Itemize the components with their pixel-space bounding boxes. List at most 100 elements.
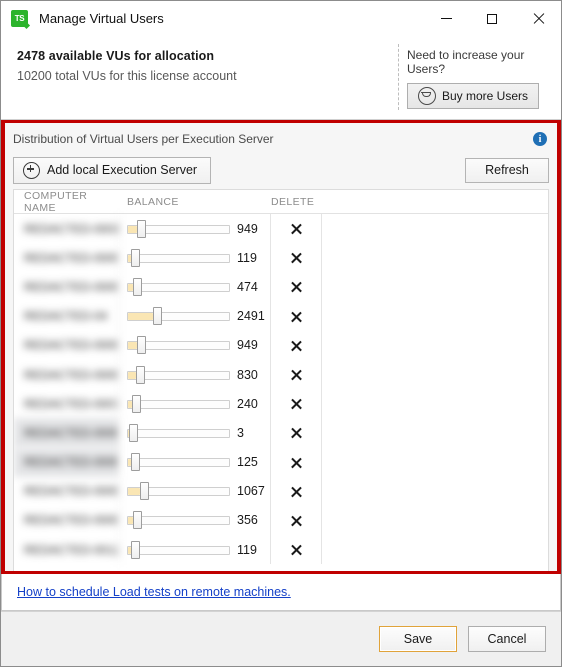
close-x-icon bbox=[291, 398, 302, 409]
delete-row-button[interactable] bbox=[271, 301, 322, 331]
title-bar: TS Manage Virtual Users bbox=[1, 1, 561, 36]
close-x-icon bbox=[291, 544, 302, 555]
balance-slider[interactable] bbox=[127, 336, 230, 355]
column-header-balance: BALANCE bbox=[127, 195, 179, 208]
cell-computer-name[interactable]: REDACTED-000010 bbox=[14, 476, 119, 506]
cell-computer-name[interactable]: REDACTED-000009 bbox=[14, 447, 119, 477]
table-row[interactable]: REDACTED-000005 949 bbox=[14, 330, 548, 360]
slider-thumb[interactable] bbox=[137, 219, 147, 238]
balance-slider[interactable] bbox=[127, 277, 230, 296]
add-local-execution-server-button[interactable]: Add local Execution Server bbox=[13, 156, 212, 184]
table-row[interactable]: REDACTED-000009 125 bbox=[14, 447, 548, 477]
buy-more-users-label: Buy more Users bbox=[442, 89, 529, 103]
cell-computer-name[interactable]: REDACTED-000005 bbox=[14, 330, 119, 360]
slider-thumb[interactable] bbox=[130, 540, 140, 559]
minimize-button[interactable] bbox=[423, 1, 469, 36]
table-row[interactable]: REDACTED-000002 119 bbox=[14, 243, 548, 273]
slider-thumb[interactable] bbox=[132, 277, 142, 296]
cell-computer-name[interactable]: REDACTED-0007 bbox=[14, 389, 119, 419]
cell-computer-name[interactable]: REDACTED-000003 bbox=[14, 272, 119, 302]
cell-spacer bbox=[322, 448, 548, 477]
delete-row-button[interactable] bbox=[271, 272, 322, 302]
slider-thumb[interactable] bbox=[130, 248, 140, 267]
balance-slider[interactable] bbox=[127, 365, 230, 384]
schedule-load-tests-link[interactable]: How to schedule Load tests on remote mac… bbox=[17, 585, 291, 599]
slider-fill bbox=[128, 488, 141, 496]
refresh-button[interactable]: Refresh bbox=[465, 157, 549, 183]
cell-computer-name[interactable]: REDACTED-0012 bbox=[14, 535, 119, 565]
slider-thumb[interactable] bbox=[140, 482, 150, 501]
slider-track bbox=[127, 253, 230, 263]
delete-row-button[interactable] bbox=[271, 330, 322, 360]
balance-value: 1067 bbox=[237, 484, 265, 499]
cell-balance: 1067 bbox=[119, 476, 271, 506]
slider-fill bbox=[128, 313, 154, 321]
execution-server-grid: COMPUTER NAME BALANCE DELETE REDACTED-00… bbox=[13, 189, 549, 571]
slider-fill bbox=[128, 342, 138, 350]
delete-row-button[interactable] bbox=[271, 243, 322, 273]
cell-computer-name[interactable]: REDACTED-00006 bbox=[14, 359, 119, 390]
slider-track bbox=[127, 516, 230, 526]
save-button[interactable]: Save bbox=[379, 626, 457, 652]
distribution-panel-header: Distribution of Virtual Users per Execut… bbox=[13, 132, 549, 152]
minimize-icon bbox=[440, 18, 452, 19]
help-link-bar: How to schedule Load tests on remote mac… bbox=[1, 574, 561, 611]
table-row[interactable]: REDACTED-0007 240 bbox=[14, 389, 548, 419]
balance-value: 949 bbox=[237, 221, 258, 236]
close-x-icon bbox=[291, 340, 302, 351]
cancel-button[interactable]: Cancel bbox=[468, 626, 546, 652]
table-row[interactable]: REDACTED-0012 119 bbox=[14, 535, 548, 565]
dialog-button-bar: Save Cancel bbox=[1, 611, 561, 666]
balance-slider[interactable] bbox=[127, 423, 230, 442]
balance-slider[interactable] bbox=[127, 540, 230, 559]
cell-computer-name[interactable]: REDACTED-04 bbox=[14, 301, 119, 331]
table-row[interactable]: REDACTED-04 2491 bbox=[14, 301, 548, 331]
delete-row-button[interactable] bbox=[271, 418, 322, 448]
slider-thumb[interactable] bbox=[131, 394, 141, 413]
delete-row-button[interactable] bbox=[271, 447, 322, 477]
table-row[interactable]: REDACTED-000003 474 bbox=[14, 272, 548, 302]
balance-value: 830 bbox=[237, 367, 258, 382]
slider-thumb[interactable] bbox=[153, 307, 163, 326]
cell-balance: 949 bbox=[119, 214, 271, 244]
balance-slider[interactable] bbox=[127, 482, 230, 501]
cell-computer-name[interactable]: REDACTED-0001 bbox=[14, 214, 119, 244]
cell-computer-name[interactable]: REDACTED-000008 bbox=[14, 418, 119, 448]
delete-row-button[interactable] bbox=[271, 476, 322, 506]
delete-row-button[interactable] bbox=[271, 359, 322, 390]
maximize-button[interactable] bbox=[469, 1, 515, 36]
table-row[interactable]: REDACTED-00006 830 bbox=[14, 359, 548, 390]
table-row[interactable]: REDACTED-000008 3 bbox=[14, 418, 548, 448]
buy-more-users-button[interactable]: Buy more Users bbox=[407, 83, 540, 109]
table-row[interactable]: REDACTED-000011 356 bbox=[14, 505, 548, 536]
delete-row-button[interactable] bbox=[271, 389, 322, 419]
balance-slider[interactable] bbox=[127, 453, 230, 472]
close-x-icon bbox=[291, 223, 302, 234]
slider-thumb[interactable] bbox=[136, 365, 146, 384]
info-icon[interactable]: i bbox=[533, 132, 547, 146]
table-row[interactable]: REDACTED-000010 1067 bbox=[14, 476, 548, 506]
balance-value: 3 bbox=[237, 425, 244, 440]
cell-computer-name[interactable]: REDACTED-000011 bbox=[14, 505, 119, 536]
cell-spacer bbox=[322, 331, 548, 360]
balance-slider[interactable] bbox=[127, 248, 230, 267]
close-button[interactable] bbox=[515, 1, 561, 36]
delete-row-button[interactable] bbox=[271, 214, 322, 244]
cell-computer-name[interactable]: REDACTED-000002 bbox=[14, 243, 119, 273]
slider-thumb[interactable] bbox=[128, 423, 138, 442]
license-summary-text: 2478 available VUs for allocation 10200 … bbox=[17, 49, 237, 83]
cell-balance: 949 bbox=[119, 330, 271, 360]
grid-body: REDACTED-0001949REDACTED-000002119REDACT… bbox=[14, 214, 548, 565]
cell-balance: 356 bbox=[119, 505, 271, 536]
balance-slider[interactable] bbox=[127, 394, 230, 413]
table-row[interactable]: REDACTED-0001 949 bbox=[14, 214, 548, 244]
slider-thumb[interactable] bbox=[137, 336, 147, 355]
balance-slider[interactable] bbox=[127, 219, 230, 238]
balance-slider[interactable] bbox=[127, 307, 230, 326]
slider-thumb[interactable] bbox=[132, 511, 142, 530]
delete-row-button[interactable] bbox=[271, 535, 322, 565]
slider-thumb[interactable] bbox=[130, 453, 140, 472]
balance-slider[interactable] bbox=[127, 511, 230, 530]
cell-balance: 474 bbox=[119, 272, 271, 302]
delete-row-button[interactable] bbox=[271, 505, 322, 536]
